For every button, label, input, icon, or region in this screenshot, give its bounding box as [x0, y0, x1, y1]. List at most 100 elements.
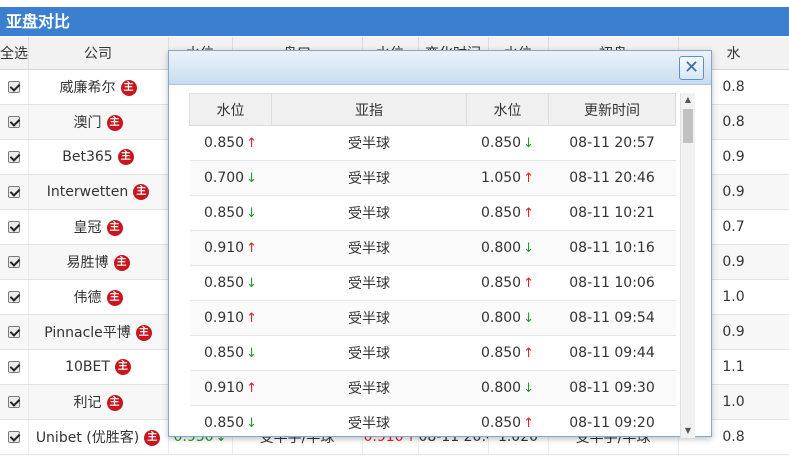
company-name[interactable]: 澳门: [74, 115, 102, 131]
company-cell: 10BET 主: [28, 349, 169, 385]
history-value: 0.850: [204, 135, 245, 151]
history-value: 08-11 10:16: [569, 240, 655, 256]
history-value: 0.800: [481, 380, 522, 396]
history-value: 08-11 20:57: [569, 135, 655, 151]
scrollbar[interactable]: ▲ ▼: [680, 93, 695, 438]
odds-value: 0.9: [722, 253, 745, 270]
history-column-header: 更新时间: [548, 93, 676, 126]
column-header[interactable]: 全选: [0, 37, 29, 70]
history-row: 0.910 ↑ 受半球 0.800 ↓ 08-11 10:16: [189, 230, 676, 266]
history-cell: 08-11 20:46: [548, 160, 676, 196]
down-arrow-icon: ↓: [246, 276, 257, 291]
select-cell[interactable]: [0, 419, 29, 455]
history-cell: 0.700 ↓: [189, 160, 272, 196]
history-value: 0.850: [204, 415, 245, 431]
row-checkbox[interactable]: [7, 360, 20, 373]
select-cell[interactable]: [0, 139, 29, 175]
home-badge-icon: 主: [133, 183, 150, 200]
row-checkbox[interactable]: [7, 80, 20, 93]
history-cell: 0.800 ↓: [466, 230, 549, 266]
down-arrow-icon: ↓: [246, 346, 257, 361]
home-badge-icon: 主: [114, 358, 131, 375]
history-value: 受半球: [348, 206, 390, 222]
home-badge-icon: 主: [120, 79, 137, 96]
select-cell[interactable]: [0, 104, 29, 140]
row-checkbox[interactable]: [7, 430, 20, 443]
scroll-up-arrow-icon[interactable]: ▲: [681, 93, 695, 107]
history-value: 08-11 20:46: [569, 170, 655, 186]
row-checkbox[interactable]: [7, 115, 20, 128]
history-value: 受半球: [348, 416, 390, 432]
company-name[interactable]: 伟德: [74, 290, 102, 306]
up-arrow-icon: ↑: [246, 241, 257, 256]
history-value: 0.800: [481, 240, 522, 256]
home-badge-icon: 主: [117, 148, 134, 165]
history-value: 0.850: [481, 275, 522, 291]
history-cell: 0.910 ↑: [189, 230, 272, 266]
history-value: 0.850: [481, 415, 522, 431]
close-button[interactable]: ✕: [679, 56, 704, 80]
row-checkbox[interactable]: [7, 290, 20, 303]
company-cell: 易胜博主: [28, 244, 169, 280]
select-cell[interactable]: [0, 209, 29, 245]
odds-value: 1.0: [722, 393, 745, 410]
select-cell[interactable]: [0, 279, 29, 315]
odds-value: 0.9: [722, 323, 745, 340]
history-row: 0.910 ↑ 受半球 0.800 ↓ 08-11 09:30: [189, 370, 676, 406]
company-name[interactable]: Unibet (优胜客): [36, 430, 139, 446]
company-name[interactable]: Interwetten: [47, 184, 128, 200]
company-name[interactable]: 利记: [74, 395, 102, 411]
company-cell: 利记主: [28, 384, 169, 420]
select-cell[interactable]: [0, 69, 29, 105]
history-value: 0.910: [204, 380, 245, 396]
home-badge-icon: 主: [144, 429, 161, 446]
company-name[interactable]: 威廉希尔: [60, 80, 116, 96]
company-name[interactable]: 易胜博: [67, 255, 109, 271]
scroll-thumb[interactable]: [683, 109, 693, 143]
scroll-down-arrow-icon[interactable]: ▼: [681, 424, 695, 438]
row-checkbox[interactable]: [7, 325, 20, 338]
row-checkbox[interactable]: [7, 395, 20, 408]
odds-value: 0.7: [722, 218, 745, 235]
history-value: 08-11 09:20: [569, 415, 655, 431]
row-checkbox[interactable]: [7, 150, 20, 163]
history-cell: 0.800 ↓: [466, 300, 549, 336]
history-cell: 0.850 ↑: [466, 265, 549, 301]
row-checkbox[interactable]: [7, 220, 20, 233]
up-arrow-icon: ↑: [523, 206, 534, 221]
up-arrow-icon: ↑: [246, 381, 257, 396]
down-arrow-icon: ↓: [523, 241, 534, 256]
history-cell: 0.850 ↑: [466, 195, 549, 231]
history-row: 0.910 ↑ 受半球 0.800 ↓ 08-11 09:54: [189, 300, 676, 336]
history-scroll-area[interactable]: 水位 亚指 水位 更新时间 0.850 ↑ 受半球 0.850 ↓ 08-11 20:57 0.7…: [189, 93, 695, 438]
company-cell: 澳门主: [28, 104, 169, 140]
select-cell[interactable]: [0, 244, 29, 280]
history-cell: 08-11 10:21: [548, 195, 676, 231]
select-cell[interactable]: [0, 174, 29, 210]
company-name[interactable]: Pinnacle平博: [44, 325, 131, 341]
company-name[interactable]: Bet365: [62, 149, 112, 165]
history-cell: 受半球: [271, 335, 467, 371]
history-column-header: 亚指: [271, 93, 467, 126]
select-cell[interactable]: [0, 384, 29, 420]
company-cell: Interwetten 主: [28, 174, 169, 210]
company-cell: Bet365 主: [28, 139, 169, 175]
company-name[interactable]: 10BET: [65, 359, 110, 375]
up-arrow-icon: ↑: [246, 311, 257, 326]
history-cell: 0.850 ↑: [466, 405, 549, 438]
history-value: 0.850: [204, 345, 245, 361]
home-badge-icon: 主: [106, 219, 123, 236]
history-value: 08-11 10:21: [569, 205, 655, 221]
select-cell[interactable]: [0, 314, 29, 350]
history-value: 受半球: [348, 381, 390, 397]
history-cell: 受半球: [271, 405, 467, 438]
down-arrow-icon: ↓: [523, 311, 534, 326]
company-cell: Unibet (优胜客) 主: [28, 419, 169, 455]
up-arrow-icon: ↑: [523, 276, 534, 291]
select-cell[interactable]: [0, 349, 29, 385]
row-checkbox[interactable]: [7, 185, 20, 198]
row-checkbox[interactable]: [7, 255, 20, 268]
odds-value: 1.1: [722, 358, 745, 375]
history-value: 08-11 09:44: [569, 345, 655, 361]
company-name[interactable]: 皇冠: [74, 220, 102, 236]
